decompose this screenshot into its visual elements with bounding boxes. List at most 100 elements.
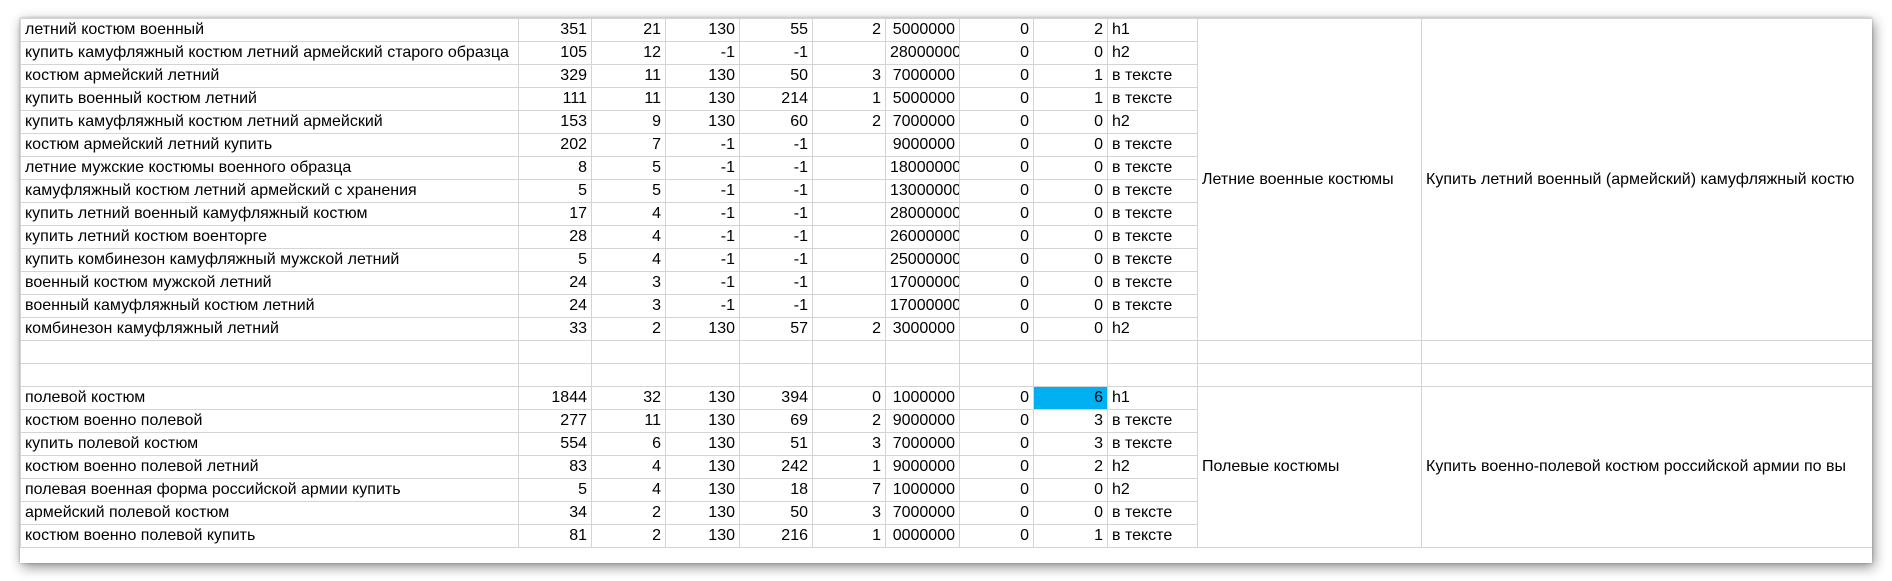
tag-cell[interactable]: h1 [1107,18,1198,42]
cell[interactable] [1107,340,1198,364]
num-cell[interactable]: 0 [1033,225,1108,249]
tag-cell[interactable]: в тексте [1107,225,1198,249]
cell[interactable] [959,340,1034,364]
num-cell[interactable]: 0 [959,455,1034,479]
num-cell[interactable]: -1 [665,202,740,226]
keyword-cell[interactable]: полевой костюм [20,386,519,410]
num-cell[interactable]: 2 [591,524,666,548]
cell[interactable] [1197,340,1422,364]
num-cell[interactable]: 111 [518,87,592,111]
num-cell[interactable]: -1 [739,133,813,157]
cell[interactable] [1421,340,1872,364]
num-cell[interactable]: 153 [518,110,592,134]
num-cell[interactable]: 2 [591,317,666,341]
num-cell[interactable] [812,248,886,272]
num-cell[interactable]: 1 [1033,524,1108,548]
cell[interactable] [591,363,666,387]
num-cell[interactable]: 0000000 [885,524,960,548]
keyword-cell[interactable]: военный камуфляжный костюм летний [20,294,519,318]
keyword-cell[interactable]: костюм военно полевой купить [20,524,519,548]
num-cell[interactable]: 0 [959,271,1034,295]
num-cell[interactable]: 50 [739,501,813,525]
keyword-cell[interactable]: комбинезон камуфляжный летний [20,317,519,341]
num-cell[interactable]: 9 [591,110,666,134]
keyword-cell[interactable]: полевая военная форма российской армии к… [20,478,519,502]
num-cell[interactable]: 3 [812,501,886,525]
num-cell[interactable]: 60 [739,110,813,134]
num-cell[interactable]: 202 [518,133,592,157]
tag-cell[interactable]: h2 [1107,110,1198,134]
num-cell[interactable]: 214 [739,87,813,111]
num-cell[interactable]: -1 [739,41,813,65]
num-cell[interactable]: 6 [591,432,666,456]
keyword-cell[interactable]: купить камуфляжный костюм летний армейск… [20,41,519,65]
num-cell[interactable] [812,294,886,318]
num-cell[interactable]: -1 [665,294,740,318]
num-cell[interactable]: 3000000 [885,317,960,341]
num-cell[interactable]: 130 [665,386,740,410]
num-cell[interactable]: 7000000 [885,64,960,88]
num-cell[interactable]: 3 [812,64,886,88]
num-cell[interactable]: 0 [1033,179,1108,203]
num-cell[interactable]: 0 [959,248,1034,272]
num-cell[interactable]: -1 [739,202,813,226]
num-cell[interactable]: 17 [518,202,592,226]
num-cell[interactable]: 130 [665,317,740,341]
num-cell[interactable]: 5 [518,248,592,272]
num-cell[interactable]: 130 [665,478,740,502]
num-cell[interactable]: 1000000 [885,386,960,410]
keyword-cell[interactable]: купить летний костюм военторге [20,225,519,249]
num-cell[interactable]: -1 [665,156,740,180]
num-cell[interactable]: 0 [959,179,1034,203]
keyword-cell[interactable]: летние мужские костюмы военного образца [20,156,519,180]
keyword-cell[interactable]: купить военный костюм летний [20,87,519,111]
num-cell[interactable]: 2 [812,317,886,341]
num-cell[interactable]: 130 [665,64,740,88]
num-cell[interactable]: 51 [739,432,813,456]
num-cell[interactable]: 2 [812,409,886,433]
cell[interactable] [20,363,519,387]
num-cell[interactable]: 28 [518,225,592,249]
num-cell[interactable]: 21 [591,18,666,42]
num-cell[interactable]: 11 [591,87,666,111]
num-cell[interactable]: 2 [1033,18,1108,42]
num-cell[interactable]: 0 [959,524,1034,548]
tag-cell[interactable]: h1 [1107,386,1198,410]
num-cell[interactable]: -1 [665,271,740,295]
num-cell[interactable]: 69 [739,409,813,433]
num-cell[interactable]: 2 [591,501,666,525]
num-cell[interactable] [812,179,886,203]
num-cell[interactable]: 0 [1033,41,1108,65]
cell[interactable] [665,363,740,387]
num-cell[interactable]: 1000000 [885,478,960,502]
tag-cell[interactable]: в тексте [1107,202,1198,226]
num-cell[interactable]: 4 [591,248,666,272]
num-cell[interactable]: 24 [518,294,592,318]
num-cell[interactable]: 0 [959,409,1034,433]
keyword-cell[interactable]: военный костюм мужской летний [20,271,519,295]
cell[interactable] [1197,363,1422,387]
num-cell[interactable]: -1 [739,179,813,203]
num-cell[interactable]: 130 [665,501,740,525]
num-cell[interactable]: 17000000 [885,271,960,295]
cell[interactable] [739,340,813,364]
tag-cell[interactable]: h2 [1107,41,1198,65]
num-cell[interactable]: 9000000 [885,455,960,479]
num-cell[interactable]: 83 [518,455,592,479]
num-cell[interactable]: 7000000 [885,501,960,525]
cell[interactable] [812,340,886,364]
num-cell[interactable]: 130 [665,524,740,548]
num-cell[interactable]: 25000000 [885,248,960,272]
num-cell[interactable]: 1 [1033,87,1108,111]
num-cell[interactable]: 130 [665,409,740,433]
num-cell[interactable]: 4 [591,202,666,226]
num-cell[interactable]: 0 [959,133,1034,157]
num-cell[interactable]: -1 [665,133,740,157]
cell[interactable] [1421,363,1872,387]
cell[interactable] [20,340,519,364]
num-cell[interactable]: 394 [739,386,813,410]
num-cell[interactable]: 3 [1033,409,1108,433]
tag-cell[interactable]: в тексте [1107,179,1198,203]
num-cell[interactable]: 28000000 [885,41,960,65]
cell[interactable] [1033,340,1108,364]
